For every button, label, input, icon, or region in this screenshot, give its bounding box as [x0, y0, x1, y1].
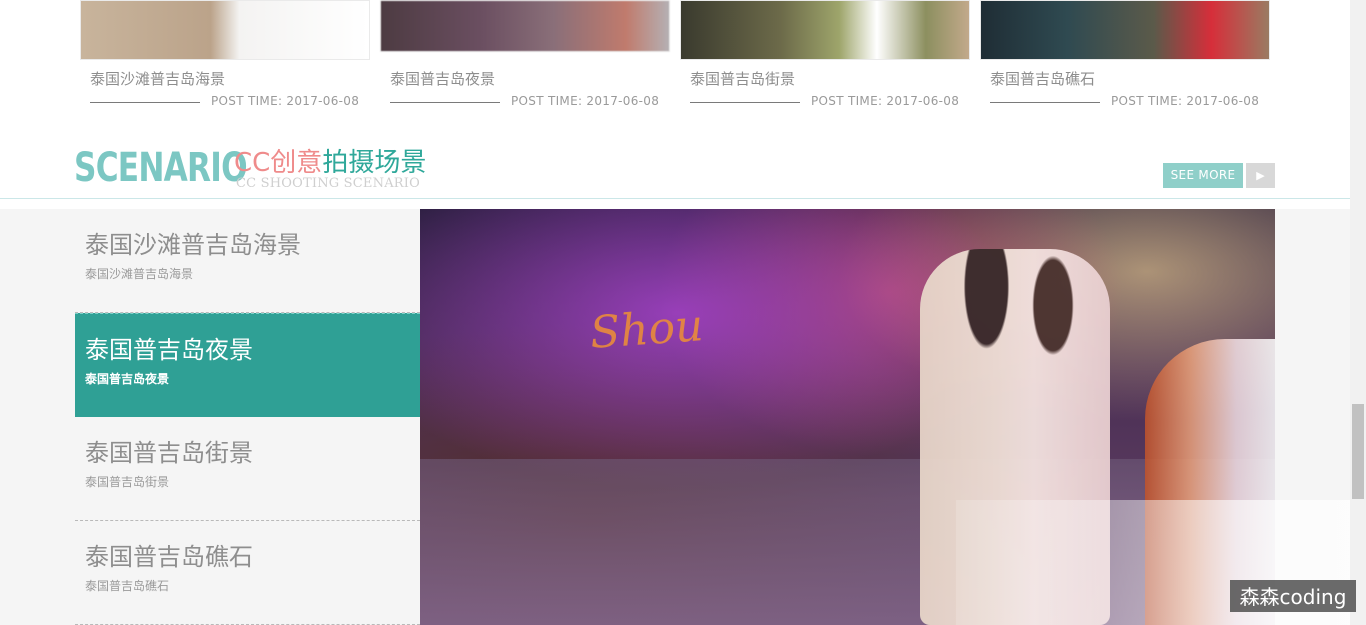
post-time: POST TIME: 2017-06-08	[811, 94, 960, 108]
gallery-card-image[interactable]	[680, 0, 970, 60]
see-more-button[interactable]: SEE MORE	[1163, 163, 1243, 188]
post-time: POST TIME: 2017-06-08	[511, 94, 660, 108]
scenario-menu-item[interactable]: 泰国沙滩普吉岛海景 泰国沙滩普吉岛海景	[75, 209, 420, 313]
gallery-card[interactable]: 泰国普吉岛礁石 POST TIME: 2017-06-08	[980, 0, 1270, 120]
gallery-card-image[interactable]	[980, 0, 1270, 60]
section-title-pink: CC创意	[234, 148, 323, 178]
menu-item-title: 泰国普吉岛街景	[85, 439, 253, 467]
scenario-menu-item[interactable]: 泰国普吉岛礁石 泰国普吉岛礁石	[75, 521, 420, 625]
gallery-card-image[interactable]	[80, 0, 370, 60]
section-title: CC创意拍摄场景	[234, 148, 426, 178]
post-time: POST TIME: 2017-06-08	[1111, 94, 1260, 108]
menu-item-title: 泰国沙滩普吉岛海景	[85, 231, 301, 259]
menu-item-subtitle: 泰国普吉岛礁石	[85, 579, 170, 593]
scenario-menu: 泰国沙滩普吉岛海景 泰国沙滩普吉岛海景 泰国普吉岛夜景 泰国普吉岛夜景 泰国普吉…	[75, 209, 440, 625]
gallery-card-title[interactable]: 泰国沙滩普吉岛海景	[90, 68, 225, 89]
gallery-card[interactable]: 泰国普吉岛街景 POST TIME: 2017-06-08	[680, 0, 970, 120]
gallery-card[interactable]: 泰国普吉岛夜景 POST TIME: 2017-06-08	[380, 0, 670, 120]
section-word: SCENARIO	[74, 145, 248, 191]
gallery-card-image[interactable]	[380, 0, 670, 52]
gallery-card-title[interactable]: 泰国普吉岛礁石	[990, 68, 1095, 89]
gallery-card-title[interactable]: 泰国普吉岛街景	[690, 68, 795, 89]
divider	[0, 198, 1350, 199]
divider	[390, 102, 500, 103]
gallery-card[interactable]: 泰国沙滩普吉岛海景 POST TIME: 2017-06-08	[80, 0, 370, 120]
watermark-label: 森森coding	[1230, 580, 1356, 612]
arrow-right-icon[interactable]: ▶	[1246, 163, 1275, 188]
photo-neon-sign: Shou	[588, 300, 705, 359]
divider	[990, 102, 1100, 103]
menu-item-title: 泰国普吉岛夜景	[85, 336, 253, 364]
section-title-teal: 拍摄场景	[322, 148, 427, 178]
scenario-menu-item-active[interactable]: 泰国普吉岛夜景 泰国普吉岛夜景	[75, 313, 440, 417]
scrollbar-thumb[interactable]	[1352, 404, 1364, 499]
divider	[90, 102, 200, 103]
photo-gallery-strip: 泰国沙滩普吉岛海景 POST TIME: 2017-06-08 泰国普吉岛夜景 …	[80, 0, 1270, 125]
menu-item-title: 泰国普吉岛礁石	[85, 543, 253, 571]
divider	[690, 102, 800, 103]
menu-item-subtitle: 泰国普吉岛夜景	[85, 372, 170, 386]
scenario-section-header: SCENARIO CC创意拍摄场景 CC SHOOTING SCENARIO S…	[0, 140, 1350, 200]
gallery-card-title[interactable]: 泰国普吉岛夜景	[390, 68, 495, 89]
post-time: POST TIME: 2017-06-08	[211, 94, 360, 108]
section-subtitle: CC SHOOTING SCENARIO	[236, 176, 420, 191]
page-scrollbar[interactable]	[1350, 0, 1366, 625]
menu-item-subtitle: 泰国普吉岛街景	[85, 475, 170, 489]
menu-item-subtitle: 泰国沙滩普吉岛海景	[85, 267, 194, 281]
scenario-menu-item[interactable]: 泰国普吉岛街景 泰国普吉岛街景	[75, 417, 420, 521]
